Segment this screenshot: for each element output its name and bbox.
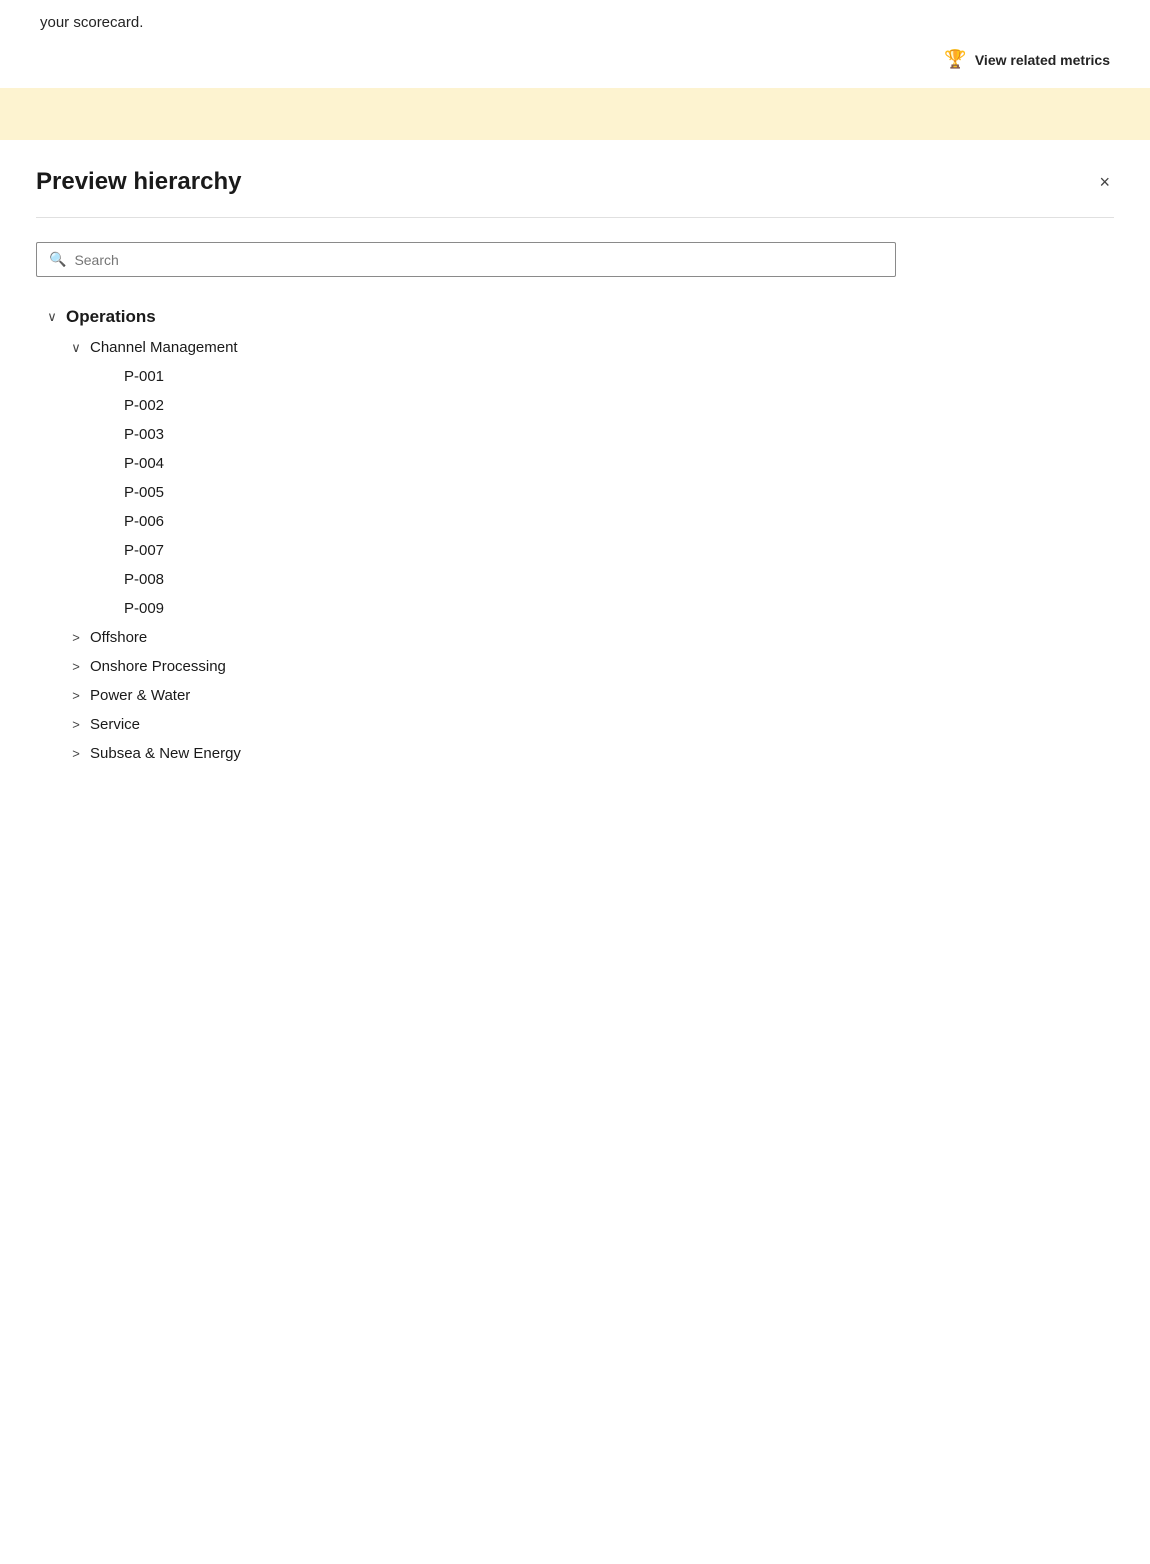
- panel-container: Preview hierarchy × 🔍 Operations Channel…: [0, 140, 1150, 1490]
- tree-item-p005[interactable]: P-005: [124, 478, 1114, 507]
- yellow-banner: [0, 88, 1150, 140]
- close-icon: ×: [1099, 172, 1110, 193]
- tree-item-power-water[interactable]: Power & Water: [68, 681, 1114, 710]
- tree-item-label-p005: P-005: [124, 484, 164, 501]
- chevron-right-icon: [68, 717, 84, 732]
- tree-item-p009[interactable]: P-009: [124, 594, 1114, 623]
- chevron-right-icon: [68, 659, 84, 674]
- tree-item-service[interactable]: Service: [68, 710, 1114, 739]
- tree-item-p004[interactable]: P-004: [124, 449, 1114, 478]
- tree-item-label-p001: P-001: [124, 368, 164, 385]
- chevron-right-icon: [68, 688, 84, 703]
- close-button[interactable]: ×: [1095, 168, 1114, 197]
- tree-item-p003[interactable]: P-003: [124, 420, 1114, 449]
- divider: [36, 217, 1114, 218]
- search-icon: 🔍: [49, 251, 66, 268]
- search-input[interactable]: [74, 252, 883, 268]
- tree-container: Operations Channel Management P-001 P-00…: [36, 301, 1114, 768]
- tree-item-operations[interactable]: Operations: [44, 301, 1114, 333]
- tree-item-label-p002: P-002: [124, 397, 164, 414]
- tree-item-label-power-water: Power & Water: [90, 687, 190, 704]
- tree-item-label-channel-management: Channel Management: [90, 339, 238, 356]
- tree-item-channel-management[interactable]: Channel Management: [68, 333, 1114, 362]
- tree-item-label-p009: P-009: [124, 600, 164, 617]
- tree-item-label-p008: P-008: [124, 571, 164, 588]
- chevron-right-icon: [68, 630, 84, 645]
- tree-item-p008[interactable]: P-008: [124, 565, 1114, 594]
- tree-item-p006[interactable]: P-006: [124, 507, 1114, 536]
- view-related-label: View related metrics: [975, 52, 1110, 68]
- chevron-right-icon: [68, 746, 84, 761]
- tree-item-p002[interactable]: P-002: [124, 391, 1114, 420]
- search-box[interactable]: 🔍: [36, 242, 896, 277]
- tree-item-label-operations: Operations: [66, 307, 156, 327]
- view-related-button[interactable]: 🏆 View related metrics: [944, 49, 1110, 70]
- panel-title: Preview hierarchy: [36, 168, 241, 196]
- tree-item-label-p007: P-007: [124, 542, 164, 559]
- tree-item-p001[interactable]: P-001: [124, 362, 1114, 391]
- tree-item-label-onshore-processing: Onshore Processing: [90, 658, 226, 675]
- tree-item-onshore-processing[interactable]: Onshore Processing: [68, 652, 1114, 681]
- tree-item-offshore[interactable]: Offshore: [68, 623, 1114, 652]
- panel-header: Preview hierarchy ×: [36, 168, 1114, 197]
- intro-text: your scorecard.: [0, 0, 1150, 31]
- tree-item-label-p006: P-006: [124, 513, 164, 530]
- top-bar: 🏆 View related metrics: [0, 31, 1150, 88]
- trophy-icon: 🏆: [944, 49, 966, 70]
- chevron-down-icon: [68, 340, 84, 356]
- chevron-down-icon: [44, 309, 60, 325]
- tree-item-label-service: Service: [90, 716, 140, 733]
- tree-item-label-p003: P-003: [124, 426, 164, 443]
- tree-item-label-p004: P-004: [124, 455, 164, 472]
- tree-item-p007[interactable]: P-007: [124, 536, 1114, 565]
- tree-item-label-subsea-new-energy: Subsea & New Energy: [90, 745, 241, 762]
- tree-item-label-offshore: Offshore: [90, 629, 147, 646]
- tree-item-subsea-new-energy[interactable]: Subsea & New Energy: [68, 739, 1114, 768]
